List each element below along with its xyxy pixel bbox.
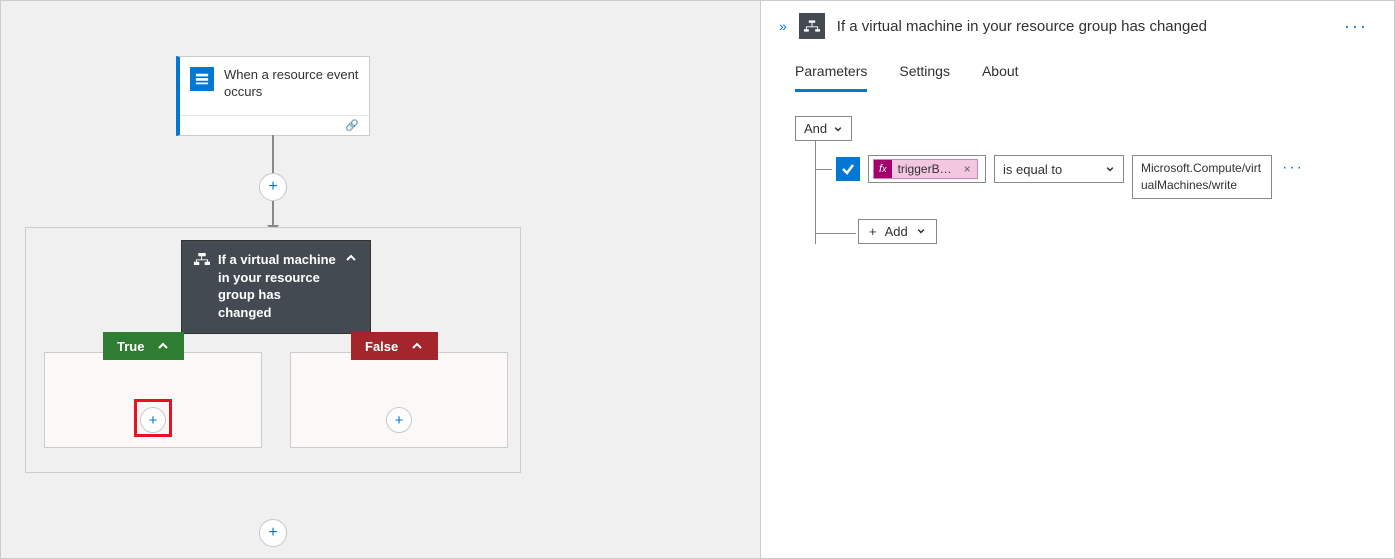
true-branch-header[interactable]: True [103, 332, 184, 360]
tab-parameters[interactable]: Parameters [795, 63, 867, 92]
add-action-false-button[interactable]: + [386, 407, 412, 433]
panel-tabs: Parameters Settings About [761, 49, 1394, 92]
chevron-down-icon [833, 124, 843, 134]
chevron-down-icon [1105, 164, 1115, 174]
operator-value: is equal to [1003, 162, 1062, 177]
condition-icon [194, 253, 210, 268]
event-grid-icon [190, 67, 214, 91]
properties-panel: » If a virtual machine in your resource … [761, 1, 1394, 558]
collapse-icon[interactable] [344, 251, 358, 268]
group-operator-label: And [804, 121, 827, 136]
workflow-canvas[interactable]: When a resource event occurs 🔗 + If a vi… [1, 1, 761, 558]
false-branch-header[interactable]: False [351, 332, 438, 360]
condition-row: fx triggerB… × is equal to Microsoft.Com… [836, 141, 1394, 199]
connector-line [272, 135, 274, 173]
group-operator-dropdown[interactable]: And [795, 116, 852, 141]
tab-about[interactable]: About [982, 63, 1019, 92]
remove-token-button[interactable]: × [958, 162, 977, 176]
true-label: True [117, 339, 144, 354]
tab-settings[interactable]: Settings [899, 63, 950, 92]
true-branch[interactable]: True + [44, 352, 262, 448]
false-branch[interactable]: False + [290, 352, 508, 448]
chevron-up-icon [410, 339, 424, 353]
fx-icon: fx [874, 160, 892, 178]
operand-left-input[interactable]: fx triggerB… × [868, 155, 986, 183]
chevron-up-icon [156, 339, 170, 353]
panel-title: If a virtual machine in your resource gr… [837, 18, 1328, 35]
condition-title: If a virtual machine in your resource gr… [218, 251, 336, 321]
expression-token[interactable]: fx triggerB… × [873, 159, 978, 179]
add-action-true-button[interactable]: + [140, 407, 166, 433]
link-icon: 🔗 [345, 119, 359, 132]
collapse-panel-button[interactable]: » [779, 18, 787, 34]
row-checkbox[interactable] [836, 157, 860, 181]
operator-dropdown[interactable]: is equal to [994, 155, 1124, 183]
row-more-button[interactable]: ··· [1280, 155, 1306, 181]
false-label: False [365, 339, 398, 354]
condition-editor: And fx triggerB… × is equal to [761, 92, 1394, 244]
trigger-card[interactable]: When a resource event occurs 🔗 [176, 56, 370, 136]
operand-right-input[interactable]: Microsoft.Compute/virtualMachines/write [1132, 155, 1272, 199]
plus-icon: + [869, 224, 877, 239]
add-step-button[interactable]: + [259, 519, 287, 547]
condition-container: If a virtual machine in your resource gr… [25, 227, 521, 473]
add-label: Add [885, 224, 908, 239]
expression-label: triggerB… [892, 162, 958, 176]
panel-more-button[interactable]: ··· [1340, 16, 1372, 37]
condition-icon [799, 13, 825, 39]
add-step-button[interactable]: + [259, 173, 287, 201]
add-row-button[interactable]: + Add [858, 219, 937, 244]
condition-card[interactable]: If a virtual machine in your resource gr… [181, 240, 371, 334]
trigger-title: When a resource event occurs [224, 67, 359, 101]
chevron-down-icon [916, 226, 926, 236]
